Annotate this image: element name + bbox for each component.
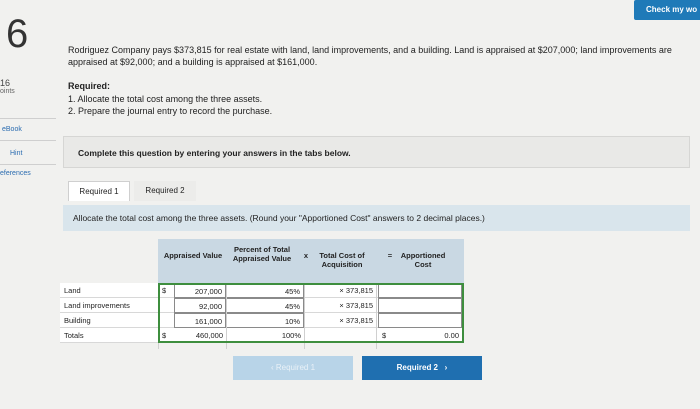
next-button-label: Required 2	[396, 363, 438, 372]
sidebar-divider	[0, 140, 56, 141]
next-required-2-button[interactable]: Required 2 ›	[362, 356, 482, 380]
instructions-text: Complete this question by entering your …	[78, 148, 351, 158]
chevron-left-icon: ‹	[270, 363, 274, 372]
required-item-1: 1. Allocate the total cost among the thr…	[68, 94, 263, 104]
header-appraised-value: Appraised Value	[163, 251, 223, 260]
chevron-right-icon: ›	[440, 363, 448, 372]
task-prompt-text: Allocate the total cost among the three …	[73, 213, 485, 223]
tab-required-1[interactable]: Required 1	[68, 181, 130, 201]
header-total-cost: Total Cost of Acquisition	[319, 251, 365, 269]
sidebar-divider	[0, 118, 56, 119]
task-prompt-bar: Allocate the total cost among the three …	[63, 205, 690, 231]
check-my-work-button[interactable]: Check my wo	[634, 0, 700, 20]
tab-required-2[interactable]: Required 2	[134, 181, 196, 201]
points-label: oints	[0, 88, 15, 95]
required-heading: Required:	[68, 81, 111, 91]
row-label: Totals	[64, 331, 84, 340]
row-label: Land	[64, 286, 81, 295]
header-percent-total: Percent of Total Appraised Value	[232, 245, 292, 263]
assignment-page: 6 16 oints eBook Hint eferences Check my…	[0, 0, 700, 409]
instructions-box: Complete this question by entering your …	[63, 136, 690, 168]
references-link[interactable]: eferences	[0, 170, 31, 177]
header-equals-sign: =	[387, 251, 393, 260]
required-item-2: 2. Prepare the journal entry to record t…	[68, 106, 273, 116]
hint-link[interactable]: Hint	[10, 150, 22, 157]
ebook-link[interactable]: eBook	[2, 126, 22, 133]
allocation-table: Appraised Value Percent of Total Apprais…	[60, 239, 464, 349]
prev-button-label: Required 1	[275, 363, 316, 372]
header-multiply-sign: x	[303, 251, 309, 260]
row-label: Land improvements	[64, 301, 130, 310]
problem-text: Rodriguez Company pays $373,815 for real…	[68, 45, 672, 67]
points-value: 16	[0, 78, 11, 88]
header-apportioned-cost: Apportioned Cost	[400, 251, 446, 269]
sidebar-divider	[0, 164, 56, 165]
question-number: 6	[6, 12, 29, 56]
row-label: Building	[64, 316, 91, 325]
prev-required-1-button[interactable]: ‹ Required 1	[233, 356, 353, 380]
input-region-outline	[158, 283, 464, 343]
